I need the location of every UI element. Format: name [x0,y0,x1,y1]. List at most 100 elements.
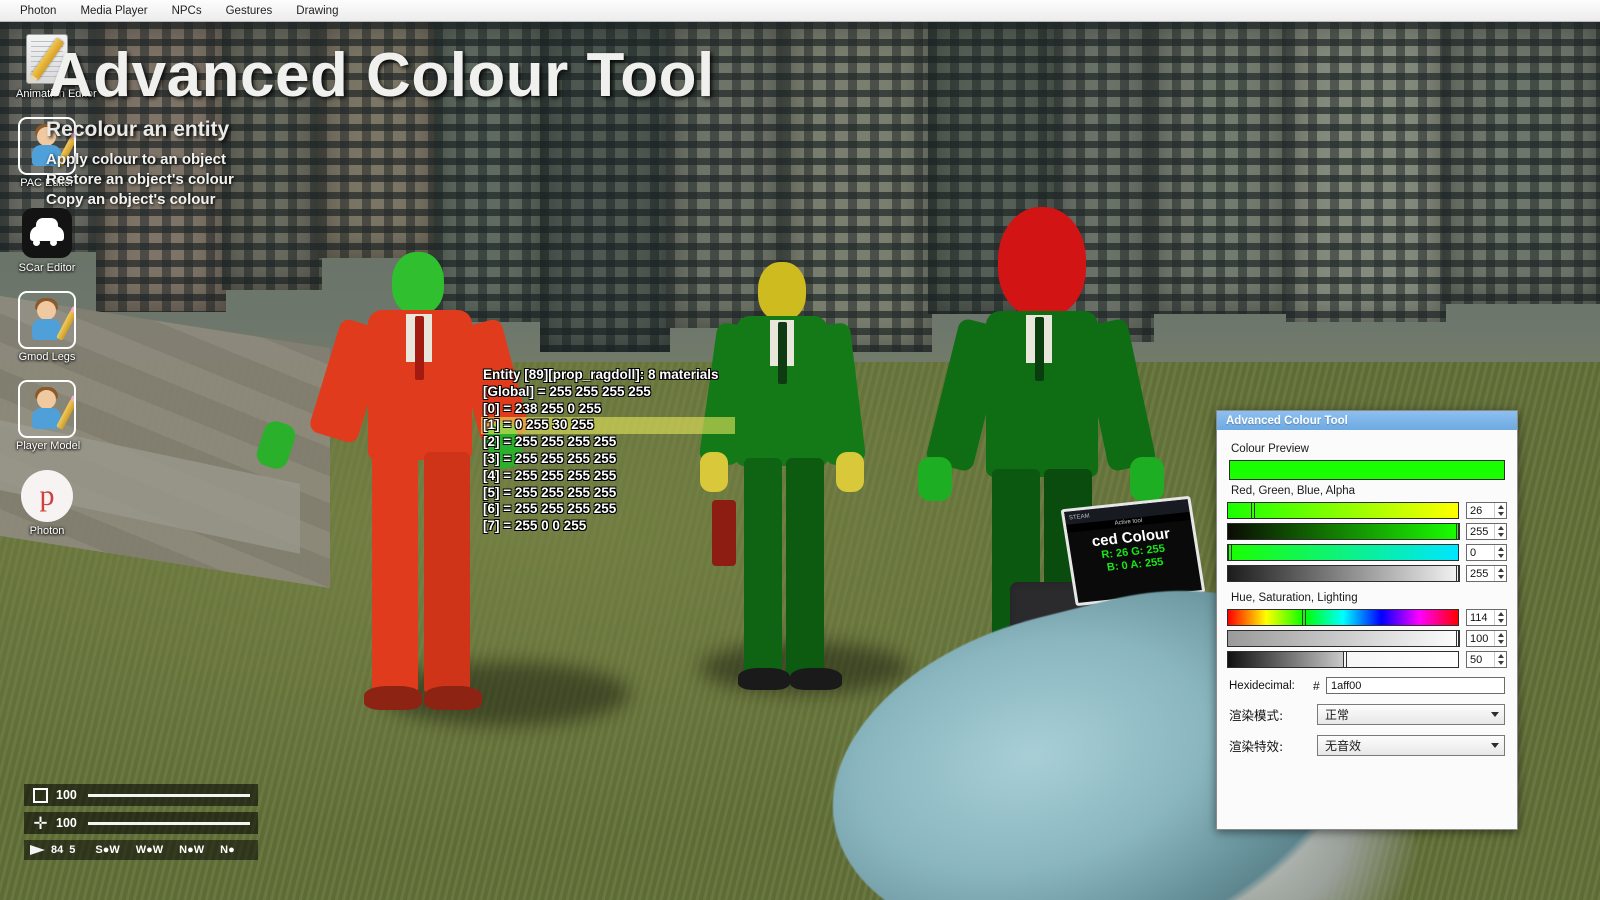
blue-slider-handle[interactable] [1228,544,1232,561]
render-fx-value: 无音效 [1325,739,1362,753]
material-value: 255 255 255 255 [514,467,617,483]
material-value: 255 255 255 255 [549,383,651,399]
lighting-spinner[interactable]: 50 [1466,651,1507,668]
red-slider-handle[interactable] [1251,502,1255,519]
green-slider[interactable] [1227,523,1460,540]
hue-slider-handle[interactable] [1301,609,1306,626]
red-slider-row: 26 [1227,502,1507,519]
tool-subtitle: Recolour an entity [46,118,230,141]
material-value: 255 255 255 255 [514,450,617,466]
plus-cross-icon: ✛ [33,813,48,833]
building [1442,22,1600,304]
menu-item-photon[interactable]: Photon [8,2,68,20]
alpha-slider-handle[interactable] [1455,565,1460,582]
entity-material-row[interactable]: [6] = 255 255 255 255 [481,501,735,518]
hud-armor-bar [88,793,250,797]
hex-label: Hexidecimal: [1229,679,1295,692]
hex-row: Hexidecimal: # 1aff00 [1229,677,1505,694]
hud-armor-value: 100 [56,788,77,802]
entity-material-row[interactable]: [3] = 255 255 255 255 [481,451,735,468]
saturation-value: 100 [1470,632,1489,645]
spinner-up-icon[interactable] [1497,633,1504,637]
red-spinner[interactable]: 26 [1466,502,1507,519]
spinner-down-icon[interactable] [1497,619,1504,623]
render-mode-value: 正常 [1325,708,1350,722]
hud-ammo-extra: S●W [95,844,120,856]
rail-item-photon[interactable]: p Photon [16,469,78,537]
spinner-down-icon[interactable] [1497,575,1504,579]
blue-spinner[interactable]: 0 [1466,544,1507,561]
saturation-slider-handle[interactable] [1455,630,1460,647]
hue-spinner[interactable]: 114 [1466,609,1507,626]
blue-slider[interactable] [1227,544,1459,561]
render-fx-select[interactable]: 无音效 [1317,735,1505,756]
spinner-arrows[interactable] [1494,545,1506,560]
rail-item-gmod-legs[interactable]: Gmod Legs [16,291,78,363]
bullet-arrow-icon [30,845,45,855]
spinner-arrows[interactable] [1494,503,1506,518]
spinner-up-icon[interactable] [1497,612,1504,616]
menu-item-media-player[interactable]: Media Player [68,2,159,20]
spinner-up-icon[interactable] [1497,547,1504,551]
red-value: 26 [1470,504,1483,517]
render-mode-select[interactable]: 正常 [1317,704,1505,725]
red-slider[interactable] [1227,502,1459,519]
hud-ammo-extra: N●W [179,844,205,856]
menu-item-gestures[interactable]: Gestures [214,2,285,20]
menu-item-npcs[interactable]: NPCs [160,2,214,20]
advanced-colour-tool-dialog[interactable]: Advanced Colour Tool Colour Preview Red,… [1216,410,1518,830]
alpha-slider[interactable] [1227,565,1460,582]
alpha-value: 255 [1470,567,1489,580]
spinner-down-icon[interactable] [1497,533,1504,537]
green-spinner[interactable]: 255 [1466,523,1507,540]
saturation-slider[interactable] [1227,630,1460,647]
render-fx-label: 渲染特效: [1229,739,1284,754]
entity-material-row[interactable]: [Global] = 255 255 255 255 [481,384,735,401]
colour-preview-swatch [1229,460,1505,480]
spinner-up-icon[interactable] [1497,568,1504,572]
entity-material-row[interactable]: [2] = 255 255 255 255 [481,434,735,451]
lighting-slider-row: 50 [1227,651,1507,668]
entity-overlay-header: Entity [89][prop_ragdoll]: 8 materials [483,367,719,382]
spinner-down-icon[interactable] [1497,554,1504,558]
render-mode-row: 渲染模式: 正常 [1229,704,1505,725]
spinner-down-icon[interactable] [1497,512,1504,516]
alpha-spinner[interactable]: 255 [1466,565,1507,582]
spinner-up-icon[interactable] [1497,526,1504,530]
spinner-up-icon[interactable] [1497,505,1504,509]
entity-material-row[interactable]: [5] = 255 255 255 255 [481,485,735,502]
spinner-arrows[interactable] [1494,631,1506,646]
green-slider-row: 255 [1227,523,1507,540]
spinner-up-icon[interactable] [1497,654,1504,658]
lighting-slider-handle[interactable] [1343,651,1347,668]
spinner-arrows[interactable] [1494,652,1506,667]
entity-material-row[interactable]: [0] = 238 255 0 255 [481,401,735,418]
colour-preview-label: Colour Preview [1231,443,1309,455]
spinner-arrows[interactable] [1494,566,1506,581]
chevron-down-icon[interactable] [1491,712,1499,717]
material-index: [3] [483,450,500,466]
spinner-arrows[interactable] [1494,524,1506,539]
chevron-down-icon[interactable] [1491,743,1499,748]
entity-material-row[interactable]: [7] = 255 0 0 255 [481,518,735,535]
blue-slider-row: 0 [1227,544,1507,561]
hex-input[interactable]: 1aff00 [1326,677,1505,694]
rail-item-player-model[interactable]: Player Model [16,380,80,452]
spinner-down-icon[interactable] [1497,640,1504,644]
photon-p-icon: p [20,469,74,523]
entity-material-row-selected[interactable]: [1] = 0 255 30 255 [481,417,735,435]
menu-item-drawing[interactable]: Drawing [284,2,350,20]
rail-item-scar-editor[interactable]: SCar Editor [16,206,78,274]
spinner-down-icon[interactable] [1497,661,1504,665]
lighting-slider[interactable] [1227,651,1459,668]
lighting-value: 50 [1470,653,1483,666]
spinner-arrows[interactable] [1494,610,1506,625]
material-value: 255 255 255 255 [514,501,617,517]
entity-material-row[interactable]: [4] = 255 255 255 255 [481,468,735,485]
tool-instructions: Apply colour to an object Restore an obj… [46,150,234,210]
hue-slider[interactable] [1227,609,1459,626]
saturation-spinner[interactable]: 100 [1466,630,1507,647]
green-slider-handle[interactable] [1455,523,1460,540]
player-hud: 100 ✛ 100 84 5 S●W W●W N●W N● [24,784,258,860]
dialog-titlebar[interactable]: Advanced Colour Tool [1217,411,1517,430]
